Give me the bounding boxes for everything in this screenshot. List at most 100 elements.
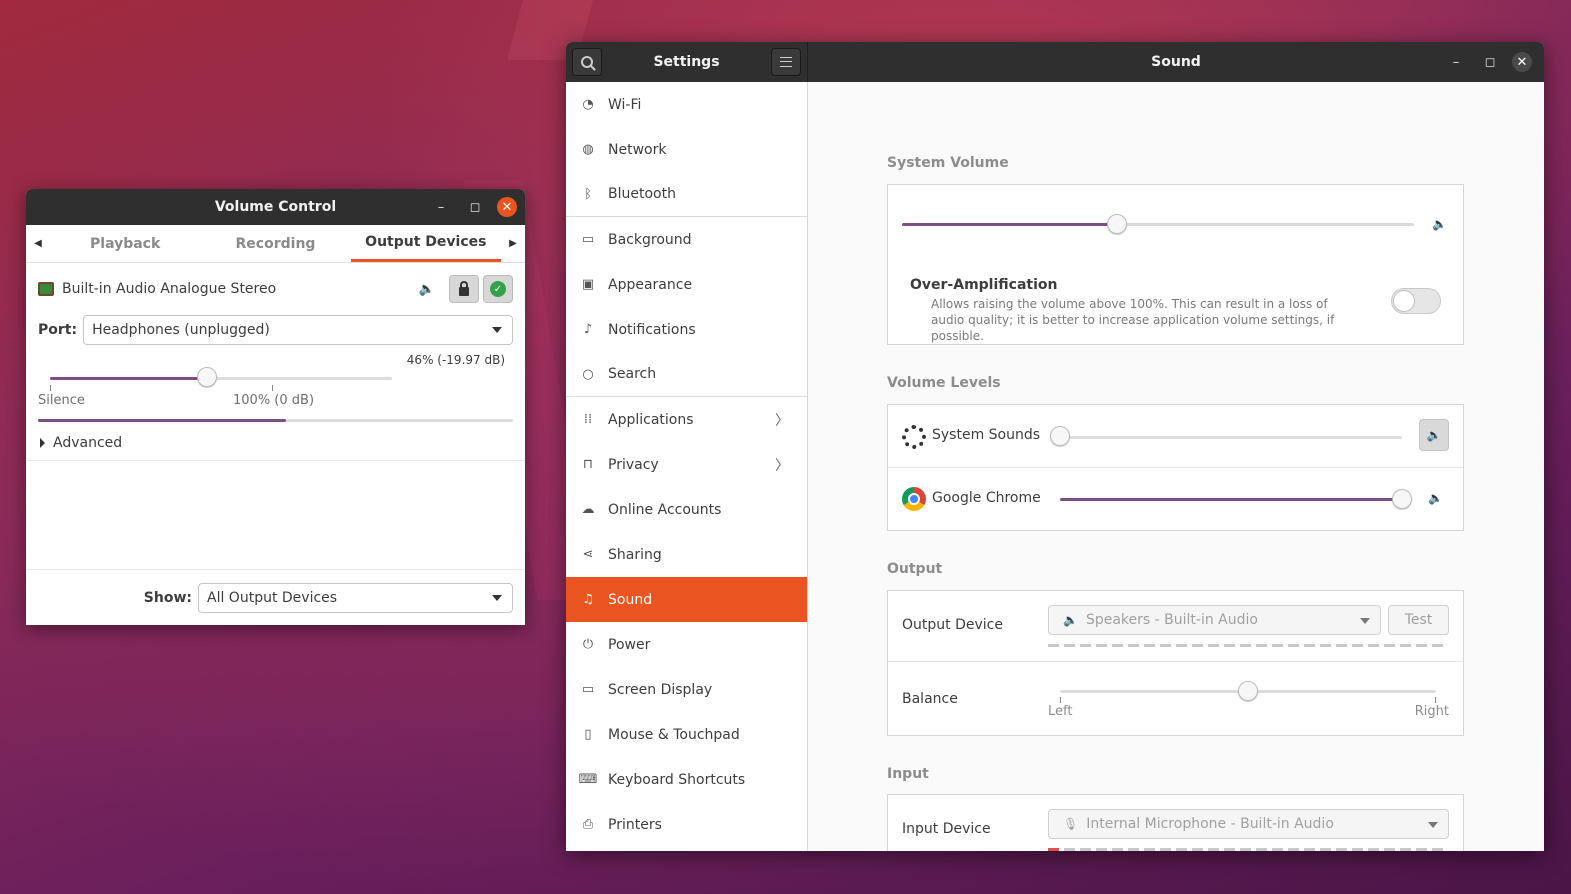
system-volume-knob[interactable] bbox=[1107, 214, 1128, 234]
printer-icon: ⎙ bbox=[582, 817, 594, 832]
settings-sidebar: ◔ Wi-Fi ◍ Network ᛒ Bluetooth ▭ Background ▣ Appe… bbox=[566, 82, 808, 851]
lock-channels-button[interactable] bbox=[449, 275, 479, 303]
level-segment bbox=[1144, 848, 1155, 851]
sidebar-item-notifications[interactable]: ♪ Notifications bbox=[566, 307, 807, 352]
tab-playback[interactable]: Playback bbox=[50, 225, 200, 262]
app-name-system-sounds: System Sounds bbox=[932, 427, 1041, 443]
output-device-dropdown[interactable]: 🔈 Speakers - Built-in Audio bbox=[1048, 605, 1381, 635]
sidebar-item-wi-fi[interactable]: ◔ Wi-Fi bbox=[566, 82, 807, 127]
sidebar-item-printers[interactable]: ⎙ Printers bbox=[566, 802, 807, 847]
advanced-expander[interactable]: Advanced bbox=[26, 425, 525, 461]
tab-scroll-right-icon[interactable]: ▶ bbox=[501, 225, 525, 262]
sound-panel: System Volume 🔈 Over-Amplification Allow… bbox=[808, 82, 1544, 851]
balance-row: Balance Left Right bbox=[888, 662, 1463, 736]
tick-100 bbox=[272, 385, 273, 391]
system-sounds-knob[interactable] bbox=[1050, 426, 1070, 446]
system-sounds-mute-button[interactable]: 🔈 bbox=[1419, 419, 1449, 451]
level-segment bbox=[1384, 644, 1395, 647]
level-segment bbox=[1368, 848, 1379, 851]
speaker-icon[interactable]: 🔈 bbox=[415, 277, 439, 301]
search-icon: ○ bbox=[582, 366, 594, 382]
section-title-volume-levels: Volume Levels bbox=[887, 375, 1001, 391]
level-segment bbox=[1224, 644, 1235, 647]
input-device-dropdown[interactable]: 🎙 Internal Microphone - Built-in Audio bbox=[1048, 809, 1449, 839]
system-sounds-slider[interactable] bbox=[1060, 436, 1402, 439]
level-segment bbox=[1064, 644, 1075, 647]
vc-volume-slider[interactable] bbox=[50, 377, 392, 380]
tab-recording[interactable]: Recording bbox=[200, 225, 350, 262]
sidebar-item-sharing[interactable]: ⋖ Sharing bbox=[566, 532, 807, 577]
show-dropdown[interactable]: All Output Devices bbox=[198, 582, 513, 613]
sidebar-item-appearance[interactable]: ▣ Appearance bbox=[566, 262, 807, 307]
page-title: Sound bbox=[1151, 54, 1201, 70]
vc-volume-area: 46% (-19.97 dB) Silence 100% (0 dB) bbox=[26, 345, 525, 425]
level-segment bbox=[1208, 644, 1219, 647]
maximize-button[interactable]: ◻ bbox=[1478, 50, 1502, 74]
level-segment bbox=[1256, 848, 1267, 851]
google-chrome-knob[interactable] bbox=[1392, 489, 1412, 509]
balance-left-label: Left bbox=[1048, 704, 1073, 719]
google-chrome-slider[interactable] bbox=[1060, 498, 1402, 501]
sidebar-item-bluetooth[interactable]: ᛒ Bluetooth bbox=[566, 172, 807, 217]
balance-knob[interactable] bbox=[1238, 681, 1258, 701]
display-icon: ▭ bbox=[581, 682, 595, 697]
speaker-icon[interactable]: 🔈 bbox=[1428, 491, 1443, 505]
tab-output-devices[interactable]: Output Devices bbox=[350, 225, 501, 262]
port-label: Port: bbox=[38, 322, 78, 338]
over-amplification-switch[interactable] bbox=[1391, 288, 1441, 314]
sidebar-item-power[interactable]: ⏻ Power bbox=[566, 622, 807, 667]
system-volume-fill bbox=[902, 223, 1118, 226]
level-segment bbox=[1192, 644, 1203, 647]
sidebar-item-network[interactable]: ◍ Network bbox=[566, 127, 807, 172]
grid-icon: ⁞⁞ bbox=[583, 412, 593, 427]
system-volume-slider[interactable] bbox=[902, 223, 1414, 226]
close-button[interactable]: ✕ bbox=[497, 197, 517, 217]
volume-control-window: Volume Control – ◻ ✕ ◀ Playback Recordin… bbox=[26, 189, 525, 625]
section-title-output: Output bbox=[887, 561, 943, 577]
level-segment bbox=[1336, 644, 1347, 647]
close-button[interactable]: ✕ bbox=[1512, 52, 1532, 72]
sidebar-item-background[interactable]: ▭ Background bbox=[566, 217, 807, 262]
tab-scroll-left-icon[interactable]: ◀ bbox=[26, 225, 50, 262]
settings-headerbar[interactable]: Settings Sound – ◻ ✕ bbox=[566, 42, 1544, 82]
level-segment bbox=[1240, 848, 1251, 851]
advanced-label: Advanced bbox=[53, 434, 123, 451]
sidebar-item-sound[interactable]: ♫ Sound bbox=[566, 577, 807, 622]
minimize-button[interactable]: – bbox=[1444, 50, 1468, 74]
sidebar-item-mouse-touchpad[interactable]: ▯ Mouse & Touchpad bbox=[566, 712, 807, 757]
sidebar-item-label: Bluetooth bbox=[608, 186, 676, 202]
sidebar-item-privacy[interactable]: ⊓ Privacy 〉 bbox=[566, 442, 807, 487]
sidebar-item-applications[interactable]: ⁞⁞ Applications 〉 bbox=[566, 397, 807, 442]
vc-window-title: Volume Control bbox=[214, 199, 337, 215]
sidebar-item-keyboard-shortcuts[interactable]: ⌨ Keyboard Shortcuts bbox=[566, 757, 807, 802]
level-segment bbox=[1176, 644, 1187, 647]
level-segment bbox=[1288, 848, 1299, 851]
over-amplification-description: Allows raising the volume above 100%. Th… bbox=[931, 297, 1335, 343]
menu-button[interactable] bbox=[771, 48, 801, 76]
input-device-label: Input Device bbox=[902, 821, 991, 837]
vc-titlebar[interactable]: Volume Control – ◻ ✕ bbox=[26, 189, 525, 225]
port-dropdown[interactable]: Headphones (unplugged) bbox=[83, 315, 513, 345]
sidebar-item-label: Mouse & Touchpad bbox=[608, 726, 740, 743]
sidebar-item-search[interactable]: ○ Search bbox=[566, 352, 807, 397]
search-button[interactable] bbox=[572, 48, 602, 76]
level-segment bbox=[1096, 848, 1107, 851]
app-name-google-chrome: Google Chrome bbox=[932, 490, 1041, 506]
sidebar-item-screen-display[interactable]: ▭ Screen Display bbox=[566, 667, 807, 712]
check-icon: ✓ bbox=[490, 281, 506, 297]
vc-volume-fill bbox=[50, 377, 208, 380]
sidebar-item-label: Screen Display bbox=[608, 681, 713, 698]
maximize-button[interactable]: ◻ bbox=[463, 195, 487, 219]
level-segment bbox=[1272, 848, 1283, 851]
minimize-button[interactable]: – bbox=[429, 195, 453, 219]
test-button[interactable]: Test bbox=[1388, 605, 1449, 635]
output-device-value: Speakers - Built-in Audio bbox=[1085, 612, 1258, 628]
level-segment bbox=[1128, 848, 1139, 851]
app-volume-row: System Sounds 🔈 bbox=[888, 405, 1463, 468]
sidebar-item-online-accounts[interactable]: ☁ Online Accounts bbox=[566, 487, 807, 532]
vc-volume-knob[interactable] bbox=[197, 367, 218, 387]
output-device-label: Output Device bbox=[902, 617, 1003, 633]
set-default-button[interactable]: ✓ bbox=[483, 275, 513, 303]
dropdown-arrow-icon bbox=[1360, 618, 1370, 624]
level-segment bbox=[1304, 848, 1315, 851]
